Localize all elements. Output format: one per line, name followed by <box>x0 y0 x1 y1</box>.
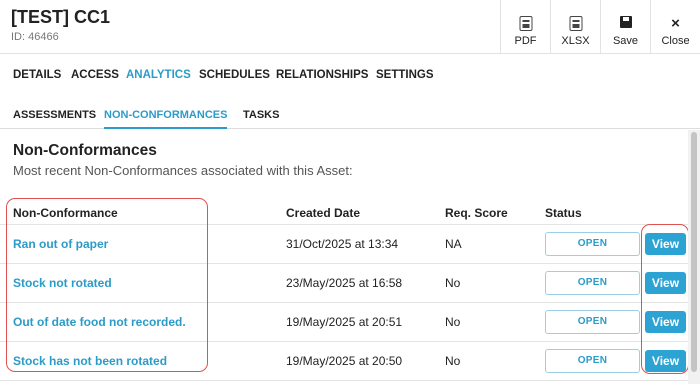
tab-settings[interactable]: SETTINGS <box>376 69 434 81</box>
req-score: NA <box>445 237 462 251</box>
pdf-button[interactable]: PDF <box>500 0 550 54</box>
file-pdf-icon <box>519 16 532 31</box>
close-button[interactable]: × Close <box>650 0 700 54</box>
status-button[interactable]: OPEN <box>545 271 640 295</box>
created-date: 23/May/2025 at 16:58 <box>286 276 403 290</box>
save-button[interactable]: Save <box>600 0 650 54</box>
close-icon: × <box>671 15 680 32</box>
floppy-disk-icon <box>619 16 632 28</box>
divider <box>0 380 688 381</box>
status-button[interactable]: OPEN <box>545 349 640 373</box>
req-score: No <box>445 276 461 290</box>
req-score: No <box>445 315 461 329</box>
highlight-box-names <box>6 198 208 372</box>
record-id: ID: 46466 <box>11 31 59 43</box>
record-header: [TEST] CC1 ID: 46466 PDF XLSX Save × Clo… <box>0 0 700 54</box>
main-tabs: DETAILS ACCESS ANALYTICS SCHEDULES RELAT… <box>0 55 700 96</box>
highlight-box-view-buttons <box>641 224 689 374</box>
section-subtitle: Most recent Non-Conformances associated … <box>13 163 353 178</box>
tab-analytics[interactable]: ANALYTICS <box>126 69 191 81</box>
xlsx-button[interactable]: XLSX <box>550 0 600 54</box>
req-score: No <box>445 354 461 368</box>
created-date: 31/Oct/2025 at 13:34 <box>286 237 399 251</box>
scrollbar[interactable] <box>688 130 700 384</box>
subtab-tasks[interactable]: TASKS <box>243 109 279 121</box>
tab-relationships[interactable]: RELATIONSHIPS <box>276 69 368 81</box>
subtab-non-conformances[interactable]: NON-CONFORMANCES <box>104 109 228 129</box>
sub-tabs: ASSESSMENTS NON-CONFORMANCES TASKS <box>0 96 700 129</box>
status-button[interactable]: OPEN <box>545 310 640 334</box>
section-title: Non-Conformances <box>13 142 157 159</box>
scrollbar-thumb[interactable] <box>691 132 697 372</box>
status-button[interactable]: OPEN <box>545 232 640 256</box>
non-conformances-panel: Non-Conformances Most recent Non-Conform… <box>0 130 689 384</box>
file-xlsx-icon <box>569 16 582 31</box>
tab-details[interactable]: DETAILS <box>13 69 61 81</box>
tab-access[interactable]: ACCESS <box>71 69 119 81</box>
created-date: 19/May/2025 at 20:51 <box>286 315 403 329</box>
tab-schedules[interactable]: SCHEDULES <box>199 69 270 81</box>
page-title: [TEST] CC1 <box>11 7 110 27</box>
column-header-req-score: Req. Score <box>445 206 508 220</box>
subtab-assessments[interactable]: ASSESSMENTS <box>13 109 96 121</box>
column-header-status: Status <box>545 206 582 220</box>
column-header-created-date: Created Date <box>286 206 361 220</box>
created-date: 19/May/2025 at 20:50 <box>286 354 403 368</box>
